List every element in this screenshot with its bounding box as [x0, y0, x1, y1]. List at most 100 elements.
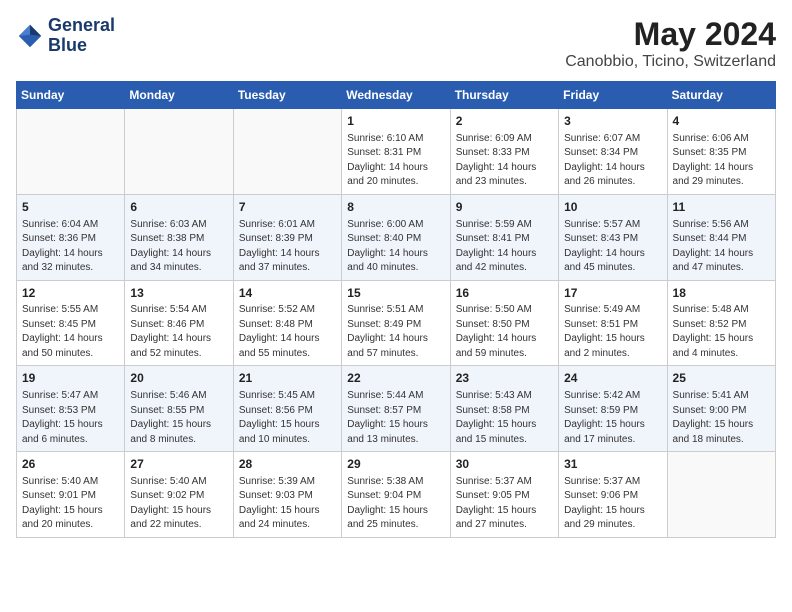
cell-content: Sunrise: 5:50 AMSunset: 8:50 PMDaylight:…: [456, 303, 553, 361]
header-cell-saturday: Saturday: [667, 82, 775, 109]
cell-content: Sunrise: 5:40 AMSunset: 9:02 PMDaylight:…: [130, 475, 227, 533]
calendar-cell: 2Sunrise: 6:09 AMSunset: 8:33 PMDaylight…: [450, 109, 558, 195]
day-number: 9: [456, 199, 553, 216]
calendar-cell: 29Sunrise: 5:38 AMSunset: 9:04 PMDayligh…: [342, 452, 450, 538]
cell-content: Sunrise: 5:51 AMSunset: 8:49 PMDaylight:…: [347, 303, 444, 361]
day-number: 20: [130, 370, 227, 387]
cell-content: Sunrise: 5:59 AMSunset: 8:41 PMDaylight:…: [456, 218, 553, 276]
cell-content: Sunrise: 6:04 AMSunset: 8:36 PMDaylight:…: [22, 218, 119, 276]
cell-content: Sunrise: 5:41 AMSunset: 9:00 PMDaylight:…: [673, 389, 770, 447]
day-number: 3: [564, 113, 661, 130]
cell-content: Sunrise: 6:06 AMSunset: 8:35 PMDaylight:…: [673, 132, 770, 190]
logo-text: General Blue: [48, 16, 115, 56]
calendar-cell: 15Sunrise: 5:51 AMSunset: 8:49 PMDayligh…: [342, 280, 450, 366]
cell-content: Sunrise: 5:44 AMSunset: 8:57 PMDaylight:…: [347, 389, 444, 447]
cell-content: Sunrise: 5:39 AMSunset: 9:03 PMDaylight:…: [239, 475, 336, 533]
calendar-body: 1 Sunrise: 6:10 AMSunset: 8:31 PMDaylight…: [17, 109, 776, 538]
cell-content: Sunrise: 6:01 AMSunset: 8:39 PMDaylight:…: [239, 218, 336, 276]
header-cell-tuesday: Tuesday: [233, 82, 341, 109]
calendar-cell: 3 Sunrise: 6:07 AMSunset: 8:34 PMDaylight…: [559, 109, 667, 195]
calendar-cell: 25 Sunrise: 5:41 AMSunset: 9:00 PMDayligh…: [667, 366, 775, 452]
calendar-cell: 9 Sunrise: 5:59 AMSunset: 8:41 PMDaylight…: [450, 194, 558, 280]
header-cell-sunday: Sunday: [17, 82, 125, 109]
day-number: 12: [22, 285, 119, 302]
calendar-week-row: 5Sunrise: 6:04 AMSunset: 8:36 PMDaylight…: [17, 194, 776, 280]
cell-content: Sunrise: 5:46 AMSunset: 8:55 PMDaylight:…: [130, 389, 227, 447]
calendar-cell: 8Sunrise: 6:00 AMSunset: 8:40 PMDaylight…: [342, 194, 450, 280]
calendar-cell: 23Sunrise: 5:43 AMSunset: 8:58 PMDayligh…: [450, 366, 558, 452]
calendar-cell: 14Sunrise: 5:52 AMSunset: 8:48 PMDayligh…: [233, 280, 341, 366]
day-number: 13: [130, 285, 227, 302]
calendar-cell: 16Sunrise: 5:50 AMSunset: 8:50 PMDayligh…: [450, 280, 558, 366]
header-cell-monday: Monday: [125, 82, 233, 109]
logo-icon: [16, 22, 44, 50]
calendar-cell: 13Sunrise: 5:54 AMSunset: 8:46 PMDayligh…: [125, 280, 233, 366]
calendar-cell: [17, 109, 125, 195]
day-number: 8: [347, 199, 444, 216]
cell-content: Sunrise: 6:07 AMSunset: 8:34 PMDaylight:…: [564, 132, 661, 190]
day-number: 14: [239, 285, 336, 302]
calendar-cell: 1 Sunrise: 6:10 AMSunset: 8:31 PMDaylight…: [342, 109, 450, 195]
day-number: 28: [239, 456, 336, 473]
day-number: 1: [347, 113, 444, 130]
calendar-cell: 11Sunrise: 5:56 AMSunset: 8:44 PMDayligh…: [667, 194, 775, 280]
cell-content: Sunrise: 5:48 AMSunset: 8:52 PMDaylight:…: [673, 303, 770, 361]
day-number: 19: [22, 370, 119, 387]
title-area: May 2024 Canobbio, Ticino, Switzerland: [565, 16, 776, 71]
calendar-cell: 5Sunrise: 6:04 AMSunset: 8:36 PMDaylight…: [17, 194, 125, 280]
day-number: 23: [456, 370, 553, 387]
cell-content: Sunrise: 5:52 AMSunset: 8:48 PMDaylight:…: [239, 303, 336, 361]
cell-content: Sunrise: 6:10 AMSunset: 8:31 PMDaylight:…: [347, 132, 444, 190]
calendar-cell: 21 Sunrise: 5:45 AMSunset: 8:56 PMDayligh…: [233, 366, 341, 452]
calendar-cell: 30 Sunrise: 5:37 AMSunset: 9:05 PMDayligh…: [450, 452, 558, 538]
header-cell-wednesday: Wednesday: [342, 82, 450, 109]
calendar-cell: 7 Sunrise: 6:01 AMSunset: 8:39 PMDaylight…: [233, 194, 341, 280]
cell-content: Sunrise: 5:49 AMSunset: 8:51 PMDaylight:…: [564, 303, 661, 361]
day-number: 21: [239, 370, 336, 387]
day-number: 26: [22, 456, 119, 473]
day-number: 4: [673, 113, 770, 130]
day-number: 17: [564, 285, 661, 302]
calendar-header-row: SundayMondayTuesdayWednesdayThursdayFrid…: [17, 82, 776, 109]
calendar-week-row: 19Sunrise: 5:47 AMSunset: 8:53 PMDayligh…: [17, 366, 776, 452]
day-number: 2: [456, 113, 553, 130]
header-cell-friday: Friday: [559, 82, 667, 109]
day-number: 31: [564, 456, 661, 473]
calendar-cell: 4 Sunrise: 6:06 AMSunset: 8:35 PMDaylight…: [667, 109, 775, 195]
cell-content: Sunrise: 5:57 AMSunset: 8:43 PMDaylight:…: [564, 218, 661, 276]
logo: General Blue: [16, 16, 115, 56]
cell-content: Sunrise: 6:03 AMSunset: 8:38 PMDaylight:…: [130, 218, 227, 276]
day-number: 27: [130, 456, 227, 473]
cell-content: Sunrise: 5:42 AMSunset: 8:59 PMDaylight:…: [564, 389, 661, 447]
calendar-cell: 27 Sunrise: 5:40 AMSunset: 9:02 PMDayligh…: [125, 452, 233, 538]
day-number: 25: [673, 370, 770, 387]
day-number: 11: [673, 199, 770, 216]
day-number: 18: [673, 285, 770, 302]
main-title: May 2024: [565, 16, 776, 53]
sub-title: Canobbio, Ticino, Switzerland: [565, 53, 776, 71]
day-number: 22: [347, 370, 444, 387]
header: General Blue May 2024 Canobbio, Ticino, …: [16, 16, 776, 71]
calendar-cell: [125, 109, 233, 195]
calendar-cell: 31Sunrise: 5:37 AMSunset: 9:06 PMDayligh…: [559, 452, 667, 538]
calendar-cell: 28 Sunrise: 5:39 AMSunset: 9:03 PMDayligh…: [233, 452, 341, 538]
cell-content: Sunrise: 5:45 AMSunset: 8:56 PMDaylight:…: [239, 389, 336, 447]
day-number: 7: [239, 199, 336, 216]
calendar-week-row: 1 Sunrise: 6:10 AMSunset: 8:31 PMDaylight…: [17, 109, 776, 195]
day-number: 24: [564, 370, 661, 387]
calendar-table: SundayMondayTuesdayWednesdayThursdayFrid…: [16, 81, 776, 538]
day-number: 30: [456, 456, 553, 473]
calendar-week-row: 12Sunrise: 5:55 AMSunset: 8:45 PMDayligh…: [17, 280, 776, 366]
header-cell-thursday: Thursday: [450, 82, 558, 109]
calendar-cell: 19Sunrise: 5:47 AMSunset: 8:53 PMDayligh…: [17, 366, 125, 452]
calendar-cell: [667, 452, 775, 538]
cell-content: Sunrise: 5:40 AMSunset: 9:01 PMDaylight:…: [22, 475, 119, 533]
day-number: 16: [456, 285, 553, 302]
calendar-cell: 24 Sunrise: 5:42 AMSunset: 8:59 PMDayligh…: [559, 366, 667, 452]
calendar-cell: [233, 109, 341, 195]
calendar-cell: 6Sunrise: 6:03 AMSunset: 8:38 PMDaylight…: [125, 194, 233, 280]
calendar-week-row: 26 Sunrise: 5:40 AMSunset: 9:01 PMDayligh…: [17, 452, 776, 538]
calendar-cell: 26 Sunrise: 5:40 AMSunset: 9:01 PMDayligh…: [17, 452, 125, 538]
cell-content: Sunrise: 5:37 AMSunset: 9:05 PMDaylight:…: [456, 475, 553, 533]
calendar-cell: 20 Sunrise: 5:46 AMSunset: 8:55 PMDayligh…: [125, 366, 233, 452]
